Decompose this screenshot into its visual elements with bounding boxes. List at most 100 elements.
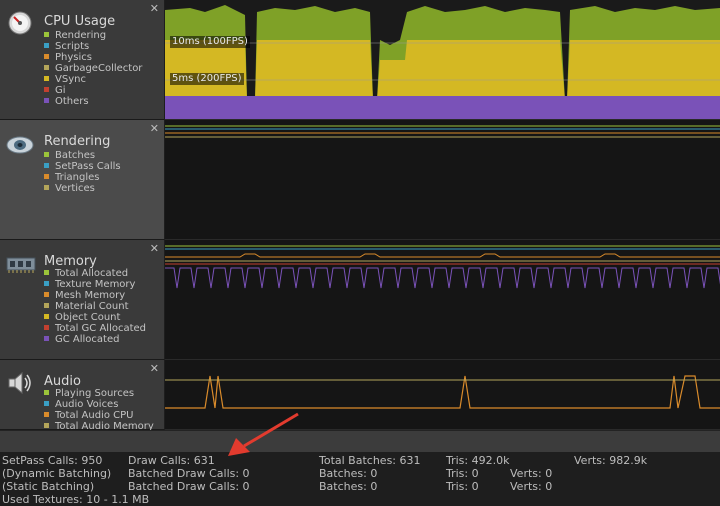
setpass-calls-stat: SetPass Calls: 950 [2, 454, 103, 467]
close-icon[interactable]: ✕ [150, 2, 159, 15]
legend-item-mesh-memory[interactable]: Mesh Memory [44, 290, 146, 301]
batched-draw-calls-dynamic: Batched Draw Calls: 0 [128, 467, 250, 480]
batched-draw-calls-static: Batched Draw Calls: 0 [128, 480, 250, 493]
legend-swatch [44, 390, 49, 395]
legend-swatch [44, 314, 49, 319]
legend-item-physics[interactable]: Physics [44, 52, 142, 63]
legend-item-batches[interactable]: Batches [44, 150, 121, 161]
legend-item-others[interactable]: Others [44, 96, 142, 107]
audio-graph [165, 375, 720, 409]
audio-module[interactable]: Audio ✕ Playing Sources Audio Voices Tot… [0, 360, 164, 432]
verts-static: Verts: 0 [510, 480, 553, 493]
legend-item-total-allocated[interactable]: Total Allocated [44, 268, 146, 279]
legend-swatch [44, 76, 49, 81]
legend-item-texture-memory[interactable]: Texture Memory [44, 279, 146, 290]
legend-label: VSync [55, 74, 86, 85]
rendering-stats-panel: SetPass Calls: 950 (Dynamic Batching) (S… [0, 452, 720, 506]
legend-item-playing-sources[interactable]: Playing Sources [44, 388, 154, 399]
cpu-usage-graph [165, 0, 720, 119]
legend-swatch [44, 163, 49, 168]
legend-swatch [44, 292, 49, 297]
legend-label: Audio Voices [55, 399, 119, 410]
legend-item-vertices[interactable]: Vertices [44, 183, 121, 194]
memory-chart[interactable] [165, 240, 720, 360]
cpu-others-area [165, 96, 720, 119]
audio-title: Audio [44, 374, 81, 389]
legend-swatch [44, 423, 49, 428]
legend-label: SetPass Calls [55, 161, 121, 172]
legend-label: Object Count [55, 312, 121, 323]
legend-swatch [44, 185, 49, 190]
legend-swatch [44, 87, 49, 92]
cpu-usage-title: CPU Usage [44, 14, 116, 29]
legend-swatch [44, 303, 49, 308]
legend-item-rendering[interactable]: Rendering [44, 30, 142, 41]
static-batching-label: (Static Batching) [2, 480, 95, 493]
legend-swatch [44, 174, 49, 179]
legend-label: GC Allocated [55, 334, 120, 345]
close-icon[interactable]: ✕ [150, 122, 159, 135]
legend-swatch [44, 54, 49, 59]
legend-item-material-count[interactable]: Material Count [44, 301, 146, 312]
legend-swatch [44, 336, 49, 341]
rendering-chart[interactable] [165, 120, 720, 240]
legend-label: Total GC Allocated [55, 323, 147, 334]
legend-label: Texture Memory [55, 279, 136, 290]
rendering-graph [165, 125, 720, 138]
cpu-legend: Rendering Scripts Physics GarbageCollect… [44, 30, 142, 107]
legend-swatch [44, 152, 49, 157]
legend-label: Vertices [55, 183, 95, 194]
legend-swatch [44, 65, 49, 70]
close-icon[interactable]: ✕ [150, 362, 159, 375]
rendering-title: Rendering [44, 134, 111, 149]
legend-swatch [44, 325, 49, 330]
legend-swatch [44, 98, 49, 103]
legend-label: Others [55, 96, 89, 107]
legend-item-garbagecollector[interactable]: GarbageCollector [44, 63, 142, 74]
cpu-usage-chart[interactable]: 10ms (100FPS) 5ms (200FPS) [165, 0, 720, 120]
legend-swatch [44, 43, 49, 48]
rendering-icon [6, 134, 34, 158]
legend-swatch [44, 270, 49, 275]
legend-item-gi[interactable]: Gi [44, 85, 142, 96]
legend-label: Rendering [55, 30, 107, 41]
draw-calls-stat: Draw Calls: 631 [128, 454, 215, 467]
memory-legend: Total Allocated Texture Memory Mesh Memo… [44, 268, 146, 345]
audio-chart[interactable] [165, 360, 720, 430]
close-icon[interactable]: ✕ [150, 242, 159, 255]
legend-label: Mesh Memory [55, 290, 126, 301]
total-batches-stat: Total Batches: 631 [319, 454, 421, 467]
legend-label: Triangles [55, 172, 100, 183]
tris-dynamic: Tris: 0 [446, 467, 479, 480]
legend-item-triangles[interactable]: Triangles [44, 172, 121, 183]
legend-swatch [44, 412, 49, 417]
verts-stat: Verts: 982.9k [574, 454, 648, 467]
legend-item-gc-allocated[interactable]: GC Allocated [44, 334, 146, 345]
batches-dynamic: Batches: 0 [319, 467, 378, 480]
legend-item-total-gc-allocated[interactable]: Total GC Allocated [44, 323, 146, 334]
legend-swatch [44, 281, 49, 286]
cpu-usage-module[interactable]: CPU Usage ✕ Rendering Scripts Physics Ga… [0, 0, 164, 120]
tris-static: Tris: 0 [446, 480, 479, 493]
cpu-usage-icon [6, 10, 34, 35]
legend-item-vsync[interactable]: VSync [44, 74, 142, 85]
legend-item-setpass-calls[interactable]: SetPass Calls [44, 161, 121, 172]
rendering-module[interactable]: Rendering ✕ Batches SetPass Calls Triang… [0, 120, 164, 240]
legend-label: Total Allocated [55, 268, 129, 279]
legend-label: GarbageCollector [55, 63, 143, 74]
legend-item-object-count[interactable]: Object Count [44, 312, 146, 323]
memory-module[interactable]: Memory ✕ Total Allocated Texture Memory … [0, 240, 164, 360]
legend-swatch [44, 32, 49, 37]
legend-item-audio-voices[interactable]: Audio Voices [44, 399, 154, 410]
legend-label: Playing Sources [55, 388, 135, 399]
legend-swatch [44, 401, 49, 406]
legend-label: Scripts [55, 41, 90, 52]
legend-item-total-audio-cpu[interactable]: Total Audio CPU [44, 410, 154, 421]
legend-item-scripts[interactable]: Scripts [44, 41, 142, 52]
legend-label: Batches [55, 150, 96, 161]
rendering-legend: Batches SetPass Calls Triangles Vertices [44, 150, 121, 194]
fps-200-label: 5ms (200FPS) [170, 73, 244, 85]
splitter-bar[interactable] [0, 430, 720, 453]
legend-label: Gi [55, 85, 66, 96]
legend-label: Physics [55, 52, 92, 63]
